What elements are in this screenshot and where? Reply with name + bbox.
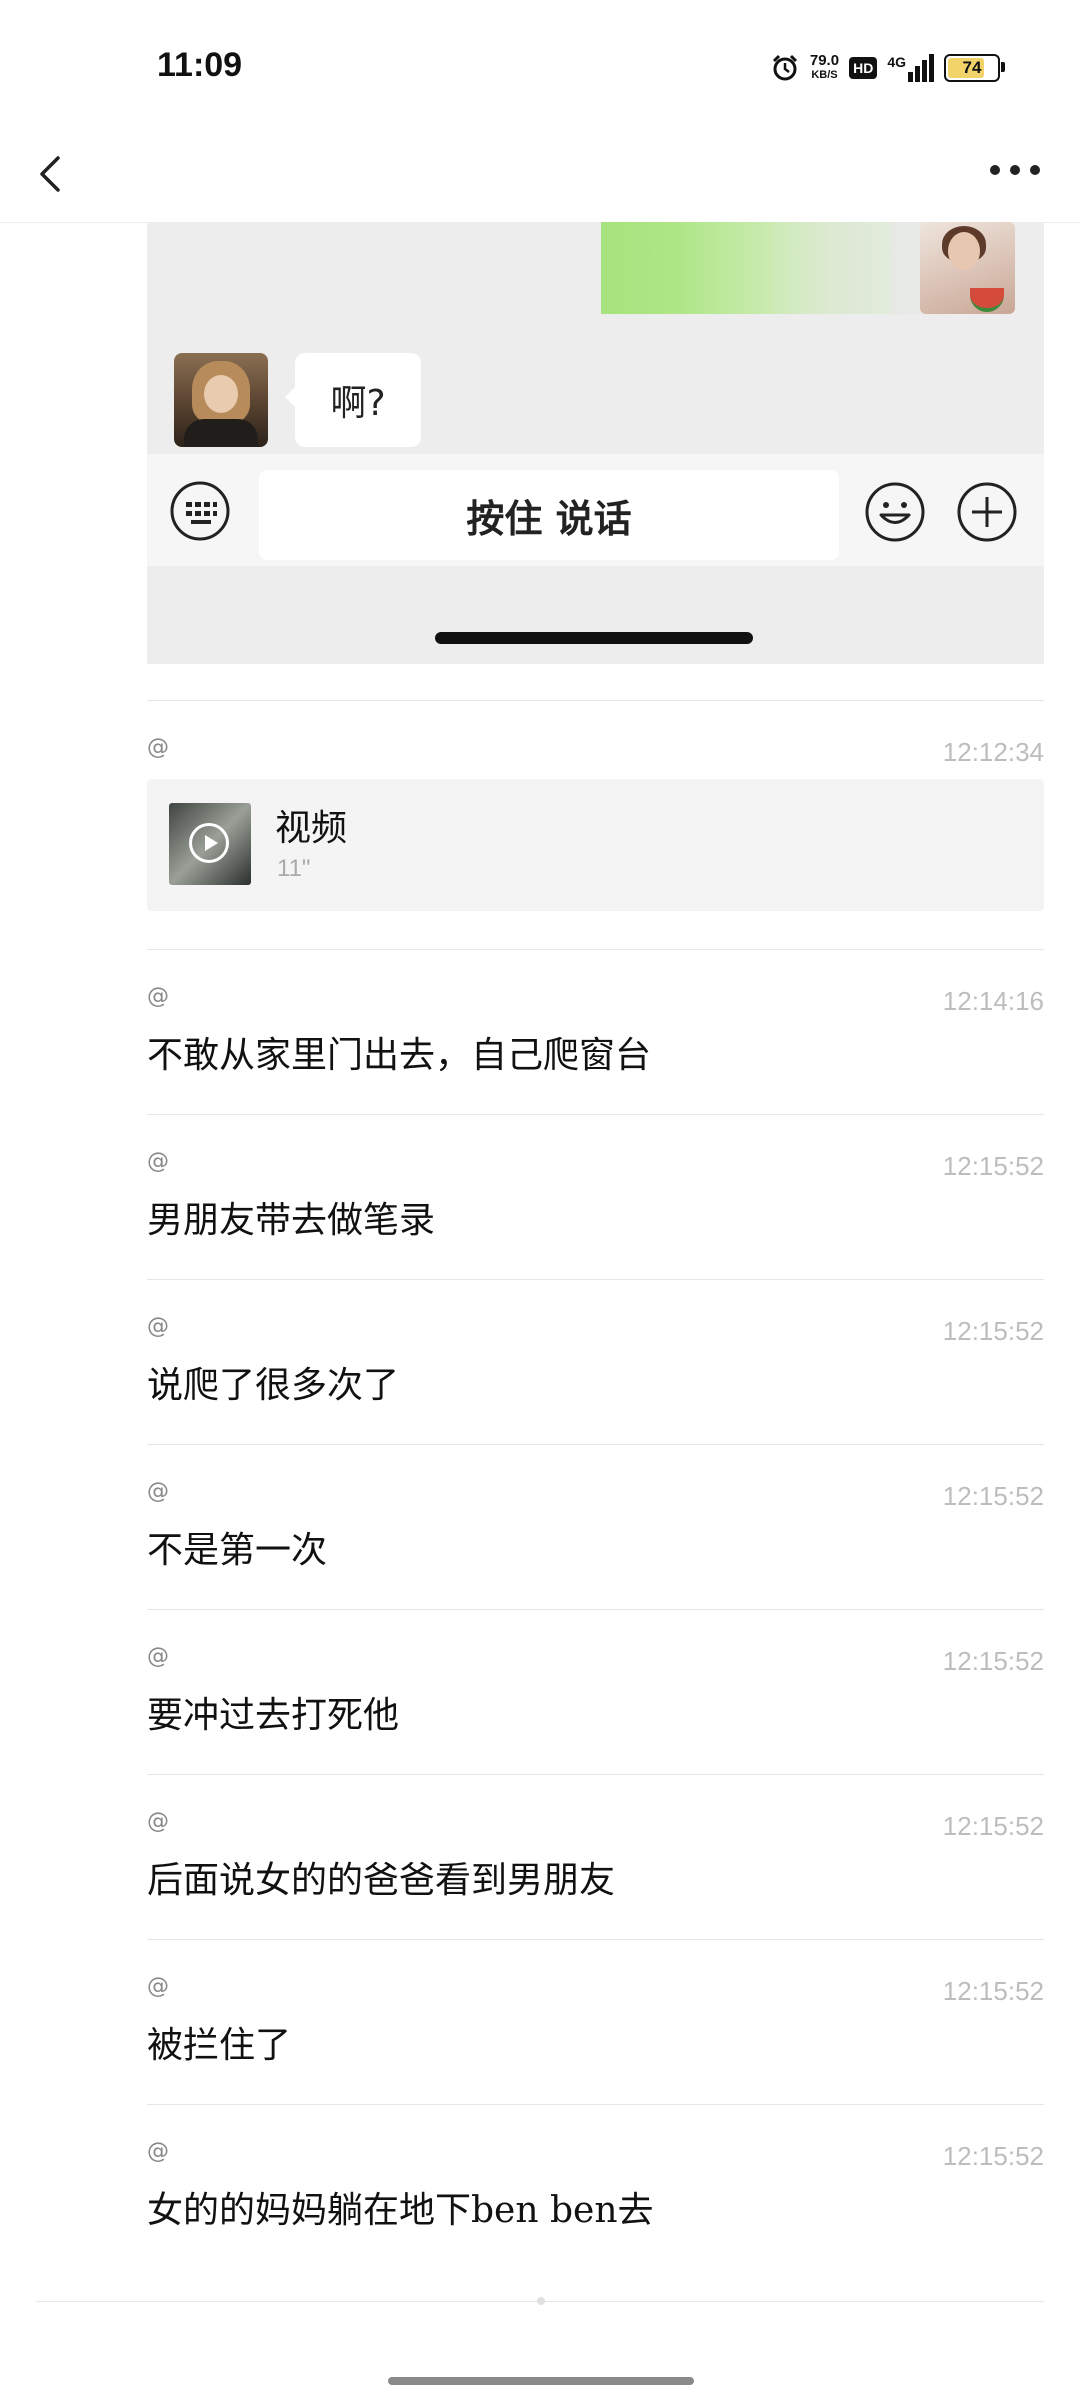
timestamp: 12:15:52 — [942, 1811, 1044, 1841]
list-item[interactable]: @ 12:15:52 后面说女的的爸爸看到男朋友 — [147, 1775, 1044, 1939]
sender-avatar — [920, 222, 1015, 314]
message-text: 男朋友带去做笔录 — [147, 1200, 436, 1241]
mention-symbol: @ — [147, 1974, 169, 1999]
status-time: 11:09 — [157, 46, 243, 84]
message-list: @ 12:12:34 视频 11" @ 12:14:16 不敢从家里门出去，自己… — [147, 700, 1044, 2269]
battery-icon: 74 — [944, 54, 1005, 82]
video-duration: 11" — [277, 855, 311, 882]
message-text: 被拦住了 — [147, 2025, 292, 2066]
timestamp: 12:15:52 — [942, 1976, 1044, 2006]
list-item[interactable]: @ 12:15:52 被拦住了 — [147, 1940, 1044, 2104]
timestamp: 12:15:52 — [942, 2141, 1044, 2171]
message-text: 要冲过去打死他 — [147, 1695, 400, 1736]
network-speed: 79.0 KB/S — [810, 53, 839, 83]
signal-icon: 4G — [887, 54, 934, 82]
timestamp: 12:15:52 — [942, 1481, 1044, 1511]
mention-symbol: @ — [147, 984, 169, 1009]
more-options-icon[interactable] — [980, 144, 1050, 204]
battery-level: 74 — [962, 58, 982, 77]
timestamp: 12:15:52 — [942, 1316, 1044, 1346]
timestamp: 12:15:52 — [942, 1151, 1044, 1181]
video-title: 视频 — [275, 808, 348, 849]
mention-symbol: @ — [147, 1644, 169, 1669]
chat-input-bar: 按住 说话 — [147, 454, 1044, 566]
mention-symbol: @ — [147, 1809, 169, 1834]
message-text: 不敢从家里门出去，自己爬窗台 — [147, 1035, 652, 1076]
list-item[interactable]: @ 12:15:52 要冲过去打死他 — [147, 1610, 1044, 1774]
received-message-bubble: 啊? — [285, 353, 421, 447]
back-arrow-icon[interactable] — [28, 144, 88, 204]
embedded-chat-screenshot[interactable]: 啊? 按住 说话 — [147, 222, 1044, 664]
mention-symbol: @ — [147, 735, 169, 760]
mention-symbol: @ — [147, 1479, 169, 1504]
list-item-video[interactable]: @ 12:12:34 视频 11" — [147, 701, 1044, 949]
network-speed-unit: KB/S — [811, 69, 838, 81]
embedded-home-indicator — [435, 632, 753, 644]
timestamp: 12:14:16 — [942, 986, 1044, 1016]
message-text: 说爬了很多次了 — [147, 1365, 400, 1406]
alarm-icon — [772, 54, 797, 81]
video-card[interactable]: 视频 11" — [147, 779, 1044, 911]
timestamp: 12:12:34 — [942, 737, 1044, 767]
mention-symbol: @ — [147, 1149, 169, 1174]
keyboard-icon — [170, 481, 230, 541]
page-indicator-dot — [537, 2297, 545, 2305]
list-item[interactable]: @ 12:15:52 男朋友带去做笔录 — [147, 1115, 1044, 1279]
plus-icon — [957, 482, 1017, 542]
mention-symbol: @ — [147, 1314, 169, 1339]
list-item[interactable]: @ 12:15:52 说爬了很多次了 — [147, 1280, 1044, 1444]
contact-avatar — [174, 353, 268, 447]
network-type: 4G — [887, 54, 906, 70]
emoji-icon — [865, 482, 925, 542]
message-text: 后面说女的的爸爸看到男朋友 — [147, 1860, 616, 1901]
network-speed-value: 79.0 — [809, 52, 840, 69]
play-icon — [189, 823, 229, 863]
hd-badge: HD — [849, 57, 878, 79]
message-text: 不是第一次 — [147, 1530, 328, 1571]
status-icons: 79.0 KB/S HD 4G 74 — [770, 48, 1005, 88]
list-item[interactable]: @ 12:14:16 不敢从家里门出去，自己爬窗台 — [147, 950, 1044, 1114]
status-bar: 11:09 79.0 KB/S HD 4G 74 — [0, 0, 1080, 140]
message-text: 女的的妈妈躺在地下ben ben去 — [147, 2190, 654, 2231]
top-nav — [0, 140, 1080, 223]
mention-symbol: @ — [147, 2139, 169, 2164]
hold-to-talk-button: 按住 说话 — [259, 470, 839, 560]
list-item[interactable]: @ 12:15:52 女的的妈妈躺在地下ben ben去 — [147, 2105, 1044, 2269]
gesture-bar[interactable] — [388, 2377, 694, 2385]
list-item[interactable]: @ 12:15:52 不是第一次 — [147, 1445, 1044, 1609]
timestamp: 12:15:52 — [942, 1646, 1044, 1676]
video-thumbnail — [169, 803, 251, 885]
